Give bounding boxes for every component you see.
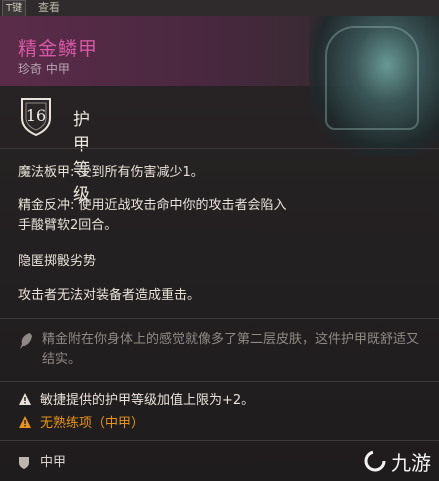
stat-adamantine-recoil-cont: 手酸臂软2回合。 [18, 218, 118, 233]
examine-label: 查看 [38, 1, 60, 14]
proficiency-warning: 无熟练项（中甲） [18, 415, 144, 433]
armor-type-label: 中甲 [40, 455, 67, 470]
proficiency-text: 无熟练项（中甲） [40, 416, 145, 431]
warning-icon [19, 393, 31, 405]
item-title: 精金鳞甲 [18, 38, 99, 60]
item-rarity-type: 珍奇 中甲 [18, 62, 70, 76]
stat-crit-immunity: 攻击者无法对装备者造成重击。 [18, 288, 201, 303]
top-bar: T键 查看 [0, 0, 439, 17]
divider [0, 148, 439, 149]
dex-cap-note: 敏捷提供的护甲等级加值上限为+2。 [18, 392, 254, 410]
divider [0, 381, 439, 382]
armor-type-footer: 中甲 [18, 451, 66, 470]
stat-stealth-disadvantage: 隐匿掷骰劣势 [18, 254, 97, 269]
nine-game-logo-icon [364, 450, 386, 472]
stat-adamantine-recoil: 精金反冲: 使用近战攻击命中你的攻击者会陷入 [18, 198, 287, 213]
armor-art-detail [325, 26, 419, 130]
site-watermark: 九游 [363, 447, 431, 475]
warning-icon [19, 416, 31, 428]
divider [0, 318, 439, 319]
armor-class-value: 16 [25, 106, 47, 125]
stat-magic-plate: 魔法板甲: 受到所有伤害减少1。 [18, 165, 204, 180]
armor-type-icon [19, 456, 29, 469]
lore-quill-icon [20, 333, 32, 349]
watermark-text: 九游 [391, 450, 431, 475]
dex-cap-text: 敏捷提供的护甲等级加值上限为+2。 [40, 393, 255, 408]
examine-key-hint[interactable]: T键 [2, 0, 27, 17]
divider [0, 440, 439, 441]
item-tooltip: T键 查看 精金鳞甲 珍奇 中甲 16 护甲等级 魔法板甲: 受到所有伤害减少1… [0, 0, 439, 481]
flavor-text: 精金附在你身体上的感觉就像多了第二层皮肤，这件护甲既舒适又结实。 [42, 332, 420, 367]
armor-class-label: 护甲等级 [73, 110, 90, 205]
item-image [309, 16, 439, 156]
